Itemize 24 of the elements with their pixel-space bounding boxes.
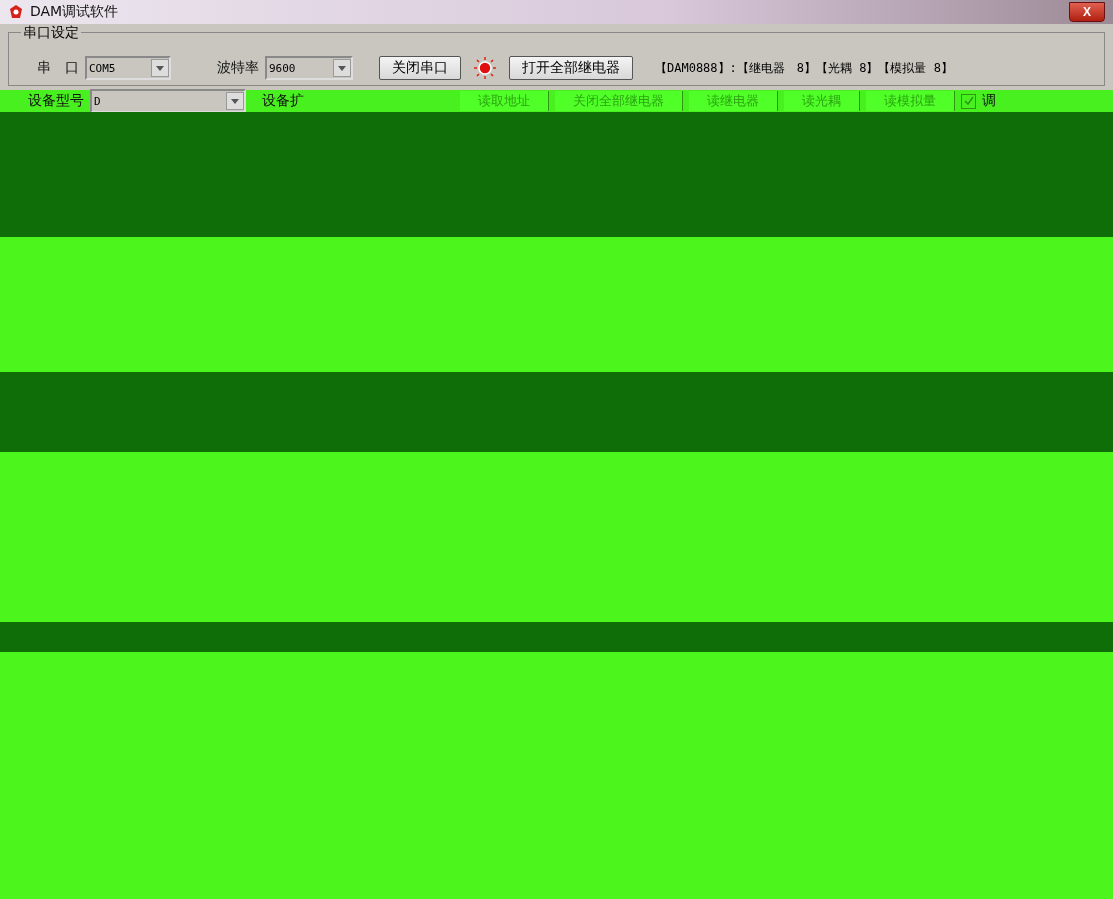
checkbox[interactable] (961, 93, 976, 109)
toolbar-button[interactable]: 读取地址 (460, 91, 549, 111)
close-button[interactable]: X (1069, 2, 1105, 22)
close-port-button[interactable]: 关闭串口 (379, 56, 461, 80)
group-title: 串口设定 (21, 24, 81, 42)
device-info-text: 【DAM0888】:【继电器 8】【光耦 8】【模拟量 8】 (655, 59, 953, 77)
baud-label: 波特率 (217, 59, 259, 77)
app-logo-icon (8, 4, 24, 20)
caret-icon (231, 98, 239, 104)
open-all-relays-button[interactable]: 打开全部继电器 (509, 56, 633, 80)
caret-icon (156, 65, 164, 71)
caret-icon (338, 65, 346, 71)
device-model-label: 设备型号 (28, 92, 84, 110)
device-ext-label: 设备扩 (262, 92, 304, 110)
port-label: 串 口 (37, 59, 79, 77)
toolbar-button[interactable]: 读光耦 (784, 91, 860, 111)
port-dropdown[interactable]: COM5 (85, 56, 171, 80)
device-model-dropdown[interactable]: D (90, 89, 246, 113)
window-title: DAM调试软件 (30, 3, 119, 21)
toolbar-button[interactable]: 读继电器 (689, 91, 778, 111)
checkbox-label: 调 (982, 92, 996, 110)
toolbar-button[interactable]: 关闭全部继电器 (555, 91, 683, 111)
toolbar-button[interactable]: 读模拟量 (866, 91, 955, 111)
baud-dropdown[interactable]: 9600 (265, 56, 353, 80)
